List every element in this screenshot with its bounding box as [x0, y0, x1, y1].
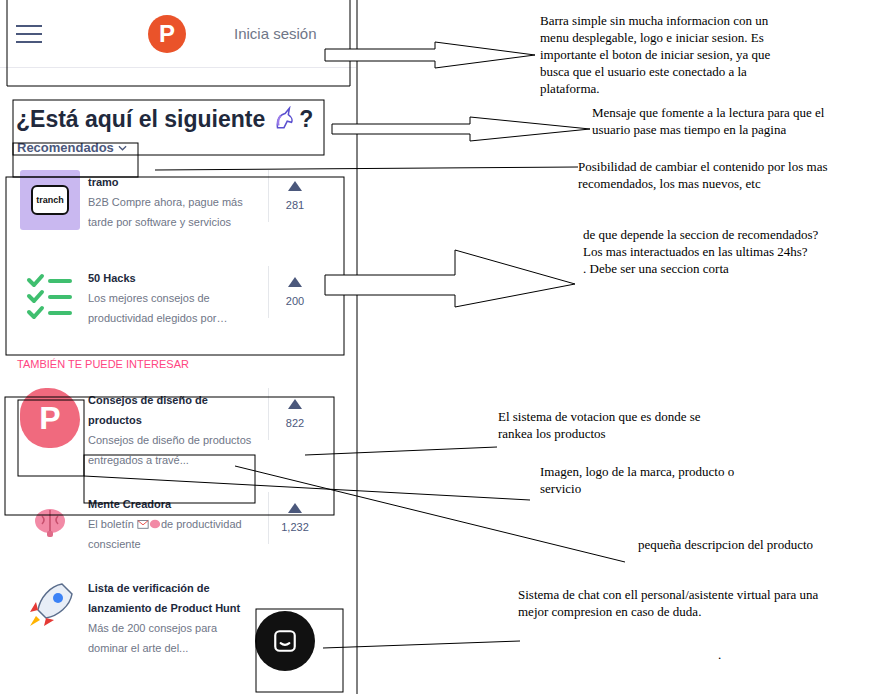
- page-heading: ¿Está aquí el siguiente ?: [16, 104, 356, 134]
- annotation-note: .: [718, 646, 721, 663]
- annotation-line: Imagen, logo de la marca, producto o: [540, 463, 734, 480]
- upvote-arrow-icon: [288, 399, 302, 409]
- annotation-note: El sistema de votacion que es donde sera…: [498, 408, 701, 442]
- header-highlight-box: [7, 0, 350, 86]
- product-row[interactable]: tranch tramo B2B Compre ahora, pague más…: [20, 170, 336, 232]
- upvote-button[interactable]: 200: [268, 266, 321, 318]
- product-info: Lista de verificación de lanzamiento de …: [88, 576, 256, 658]
- annotation-line: usuario pase mas tiempo en la pagina: [592, 121, 824, 138]
- header-arrow-icon: [325, 42, 535, 68]
- sort-dropdown[interactable]: Recomendados: [17, 140, 356, 155]
- product-name[interactable]: Consejos de diseño de productos: [88, 390, 256, 430]
- product-description: El boletín de productividad consciente: [88, 514, 256, 554]
- annotation-line: servicio: [540, 480, 734, 497]
- annotated-screenshot: P Inicia sesión ¿Está aquí el siguiente …: [0, 0, 886, 694]
- section-label: TAMBIÉN TE PUEDE INTERESAR: [17, 358, 356, 370]
- annotation-note: Posibilidad de cambiar el contenido por …: [578, 158, 827, 192]
- mobile-screen: P Inicia sesión ¿Está aquí el siguiente …: [0, 0, 356, 694]
- chat-icon: [272, 628, 298, 654]
- checklist-icon: [20, 266, 80, 326]
- product-info: 50 Hacks Los mejores consejos de product…: [88, 266, 256, 328]
- product-description: B2B Compre ahora, pague más tarde por so…: [88, 192, 256, 232]
- hamburger-menu-icon[interactable]: [16, 25, 42, 43]
- login-link[interactable]: Inicia sesión: [234, 25, 317, 42]
- product-row[interactable]: Mente Creadora El boletín de productivid…: [20, 492, 336, 554]
- vote-count: 1,232: [281, 521, 309, 533]
- annotation-line: . Debe ser una seccion corta: [583, 260, 818, 277]
- top-bar: P Inicia sesión: [0, 0, 356, 68]
- upvote-arrow-icon: [288, 503, 302, 513]
- brain-icon: [149, 518, 161, 530]
- annotation-line: .: [718, 646, 721, 663]
- annotation-line: Mensaje que fomente a la lectura para qu…: [592, 104, 824, 121]
- product-info: tramo B2B Compre ahora, pague más tarde …: [88, 170, 256, 232]
- tranch-logo-icon: tranch: [20, 170, 80, 230]
- annotation-note: Sistema de chat con ell personal/asisten…: [518, 586, 818, 620]
- annotation-line: plataforma.: [540, 80, 770, 97]
- annotation-line: busca que el usuario este conectado a la: [540, 63, 770, 80]
- divider-line: [357, 0, 358, 694]
- annotation-line: recomendados, los mas nuevos, etc: [578, 175, 827, 192]
- chat-button[interactable]: [255, 611, 315, 671]
- vote-pointer-line: [305, 447, 497, 455]
- product-name[interactable]: Mente Creadora: [88, 494, 256, 514]
- heading-highlight-box: [13, 100, 324, 155]
- vote-count: 200: [286, 295, 304, 307]
- product-description: Los mejores consejos de productividad el…: [88, 288, 256, 328]
- product-info: Mente Creadora El boletín de productivid…: [88, 492, 256, 554]
- chat-highlight-box: [256, 609, 343, 692]
- annotation-line: importante el boton de iniciar sesion, y…: [540, 46, 770, 63]
- chat-pointer-line: [323, 641, 520, 648]
- logo[interactable]: P: [148, 15, 186, 53]
- upvote-button[interactable]: 822: [268, 388, 321, 440]
- annotation-line: Sistema de chat con ell personal/asisten…: [518, 586, 818, 603]
- description-highlight-box: [84, 455, 255, 503]
- annotation-note: pequeña descripcion del producto: [638, 536, 813, 553]
- annotation-line: menu desplegable, logo e iniciar sesion.…: [540, 29, 770, 46]
- product-name[interactable]: tramo: [88, 172, 256, 192]
- mail-icon: [137, 518, 149, 530]
- product-row[interactable]: 50 Hacks Los mejores consejos de product…: [20, 266, 336, 328]
- vote-count: 281: [286, 199, 304, 211]
- vote-count: 822: [286, 417, 304, 429]
- upvote-arrow-icon: [288, 277, 302, 287]
- chevron-down-icon: [118, 145, 127, 151]
- recommended-arrow-icon: [325, 250, 575, 307]
- recommended-list: tranch tramo B2B Compre ahora, pague más…: [0, 170, 356, 328]
- product-name[interactable]: Lista de verificación de lanzamiento de …: [88, 578, 256, 618]
- product-hunt-logo-icon: P: [20, 388, 80, 448]
- product-info: Consejos de diseño de productos Consejos…: [88, 388, 256, 470]
- sort-highlight-box: [13, 143, 138, 177]
- brain-icon: [20, 492, 80, 552]
- item-highlight-box: [5, 397, 334, 515]
- annotation-line: de que depende la seccion de recomendado…: [583, 226, 818, 243]
- product-name[interactable]: 50 Hacks: [88, 268, 256, 288]
- annotation-line: Los mas interactuados en las ultimas 24h…: [583, 243, 818, 260]
- annotation-line: mejor compresion en caso de duda.: [518, 603, 818, 620]
- logo-pointer-line: [84, 476, 530, 500]
- product-description: Consejos de diseño de productos entregad…: [88, 430, 256, 470]
- product-row[interactable]: P Consejos de diseño de productos Consej…: [20, 388, 336, 470]
- upvote-arrow-icon: [288, 181, 302, 191]
- upvote-button[interactable]: 1,232: [268, 492, 321, 544]
- unicorn-icon: [271, 106, 297, 132]
- recommended-highlight-box: [6, 177, 344, 355]
- product-description: Más de 200 consejos para dominar el arte…: [88, 618, 256, 658]
- upvote-button[interactable]: 281: [268, 170, 321, 222]
- annotation-note: Barra simple sin mucha informacion con u…: [540, 12, 770, 97]
- annotation-note: de que depende la seccion de recomendado…: [583, 226, 818, 277]
- rocket-icon: [20, 576, 80, 636]
- annotation-line: Barra simple sin mucha informacion con u…: [540, 12, 770, 29]
- annotation-note: Imagen, logo de la marca, producto oserv…: [540, 463, 734, 497]
- heading-arrow-icon: [332, 117, 590, 141]
- logo-highlight-box: [18, 400, 84, 476]
- annotation-line: El sistema de votacion que es donde se: [498, 408, 701, 425]
- annotation-line: Posibilidad de cambiar el contenido por …: [578, 158, 827, 175]
- annotation-line: rankea los productos: [498, 425, 701, 442]
- annotation-note: Mensaje que fomente a la lectura para qu…: [592, 104, 824, 138]
- sort-pointer-line: [155, 167, 578, 170]
- annotation-line: pequeña descripcion del producto: [638, 536, 813, 553]
- description-pointer-line: [235, 466, 625, 562]
- tranch-logo-text: tranch: [31, 185, 69, 215]
